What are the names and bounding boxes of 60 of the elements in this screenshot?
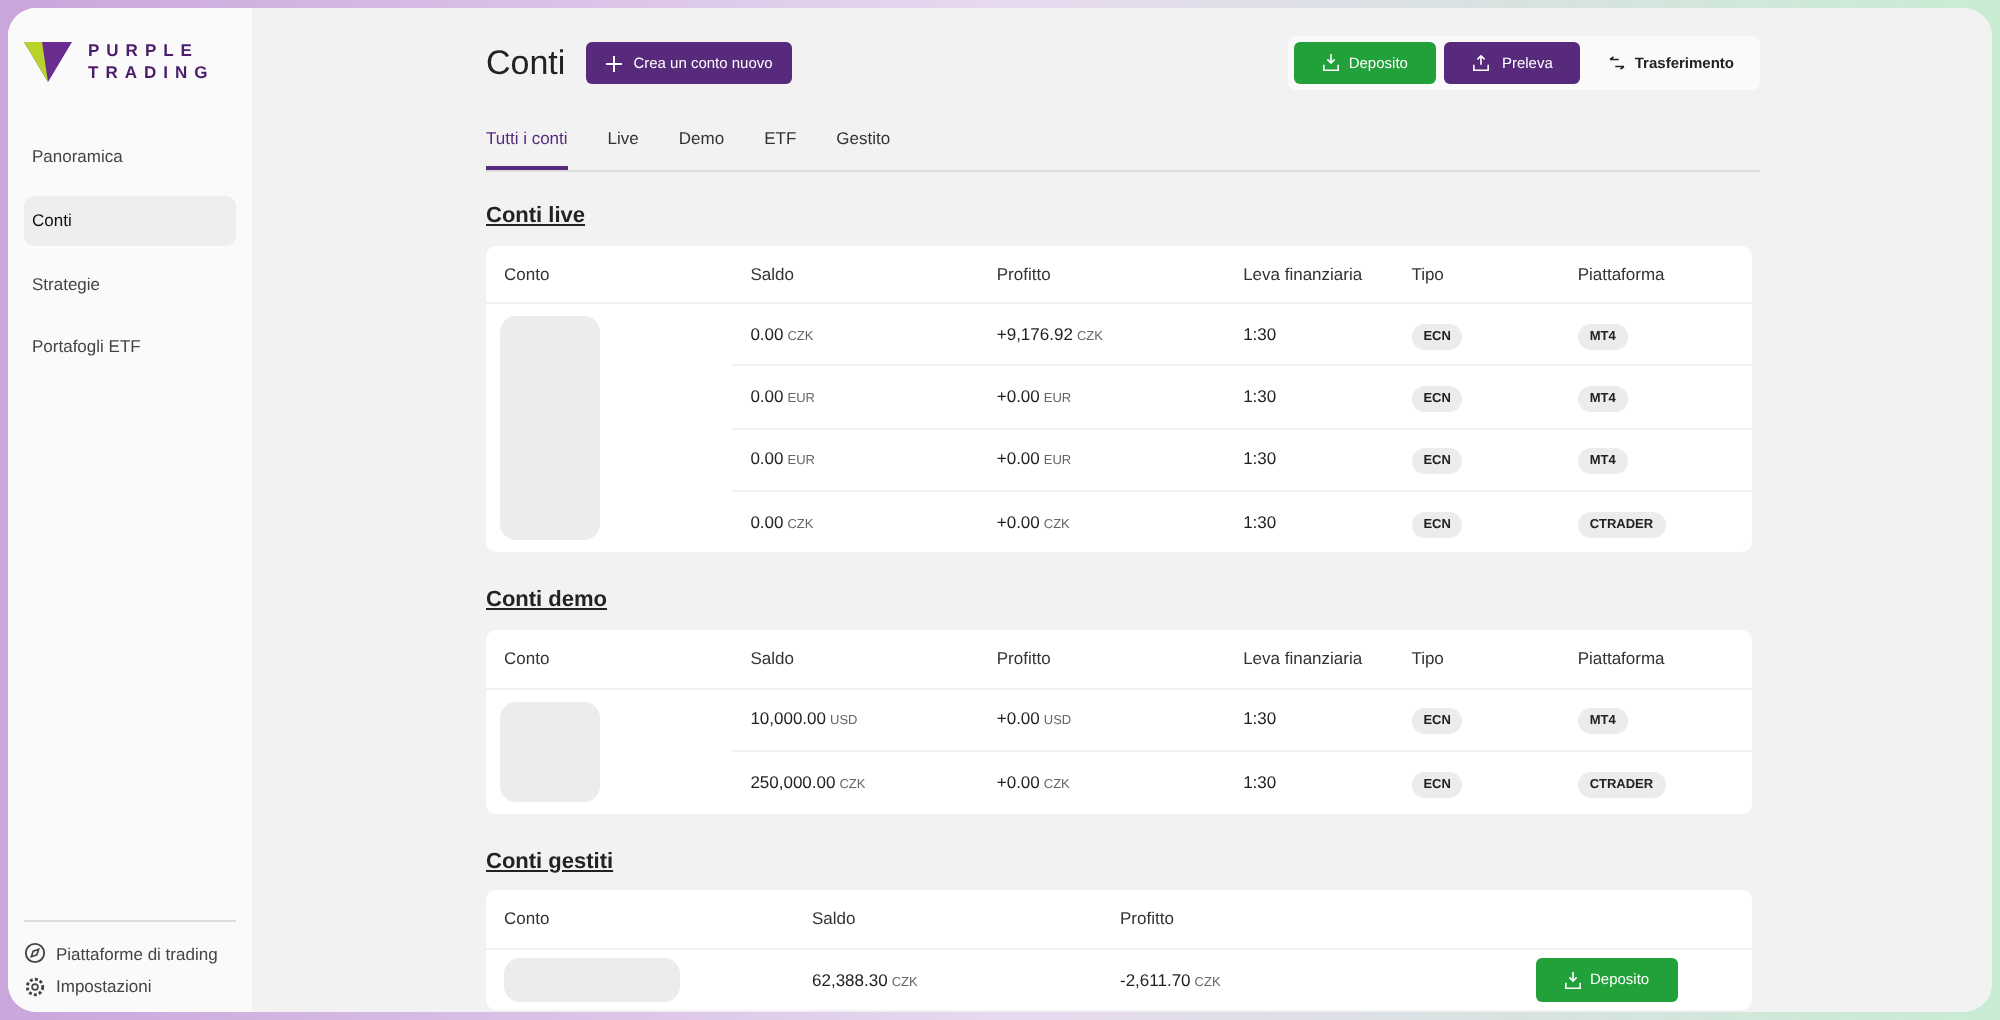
download-icon xyxy=(1564,971,1582,989)
amount-text: +0.00 xyxy=(996,386,1040,407)
tab[interactable]: Tutti i conti xyxy=(486,126,568,170)
sidebar-link[interactable]: Piattaforme di trading xyxy=(56,941,218,967)
column-header: Piattaforma xyxy=(1577,647,1665,668)
logo-text: PURPLE xyxy=(88,40,201,62)
compass-icon xyxy=(24,942,46,965)
column-header: Saldo xyxy=(750,647,794,668)
table-cell: 1:30 xyxy=(1225,303,1394,366)
page-title: Conti xyxy=(486,41,566,86)
table-cell: 1:30 xyxy=(1225,428,1394,491)
plus-icon xyxy=(605,55,622,72)
sidebar-item[interactable]: Conti xyxy=(24,195,236,245)
amount-text: +0.00 xyxy=(996,511,1040,532)
amount-text: +9,176.92 xyxy=(996,323,1073,344)
column-header: Saldo xyxy=(812,908,856,928)
sidebar-link[interactable]: Impostazioni xyxy=(56,974,152,1000)
tab[interactable]: Live xyxy=(607,126,639,170)
column-header: Profitto xyxy=(996,647,1051,668)
column-header: Conto xyxy=(504,263,550,283)
column-header: Saldo xyxy=(750,263,794,283)
amount-text: 250,000.00 xyxy=(750,771,836,792)
amount-text: 0.00 xyxy=(750,323,784,344)
transfer-icon xyxy=(1608,56,1627,71)
tab[interactable]: Demo xyxy=(678,126,725,170)
column-header: Profitto xyxy=(1120,908,1174,928)
download-icon xyxy=(1322,54,1341,73)
column-header: Piattaforma xyxy=(1577,263,1665,283)
amount-text: 0.00 xyxy=(750,511,784,532)
section-title: Conti live xyxy=(486,202,586,232)
sidebar-item[interactable]: Panoramica xyxy=(24,132,236,182)
column-header: Profitto xyxy=(996,263,1051,283)
amount-text: +0.00 xyxy=(996,448,1040,469)
table-cell: 1:30 xyxy=(1225,688,1394,751)
logo-text: TRADING xyxy=(88,62,215,84)
settings-icon xyxy=(24,976,46,999)
column-header: Tipo xyxy=(1411,647,1444,668)
section-title: Conti demo xyxy=(486,586,607,617)
column-header: Leva finanziaria xyxy=(1243,263,1363,283)
tab[interactable]: ETF xyxy=(764,126,797,170)
column-header: Tipo xyxy=(1411,263,1444,283)
sidebar-item[interactable]: Strategie xyxy=(24,259,236,309)
amount-text: -2,611.70 xyxy=(1120,969,1191,990)
amount-text: 0.00 xyxy=(750,386,784,407)
tab[interactable]: Gestito xyxy=(836,126,891,170)
amount-text: +0.00 xyxy=(996,771,1040,792)
amount-text: +0.00 xyxy=(996,708,1040,729)
column-header: Leva finanziaria xyxy=(1243,647,1363,668)
section-title: Conti gestiti xyxy=(486,847,614,877)
table-cell: 1:30 xyxy=(1225,490,1394,553)
logo-icon xyxy=(24,42,72,82)
amount-text: 62,388.30 xyxy=(812,969,888,990)
column-header: Conto xyxy=(504,908,550,928)
table-cell: 1:30 xyxy=(1225,750,1394,813)
amount-text: 10,000.00 xyxy=(750,708,827,729)
amount-text: 0.00 xyxy=(750,448,784,469)
sidebar-item[interactable]: Portafogli ETF xyxy=(24,322,236,372)
table-cell: 1:30 xyxy=(1225,365,1394,428)
upload-icon xyxy=(1471,54,1490,73)
column-header: Conto xyxy=(504,647,550,668)
